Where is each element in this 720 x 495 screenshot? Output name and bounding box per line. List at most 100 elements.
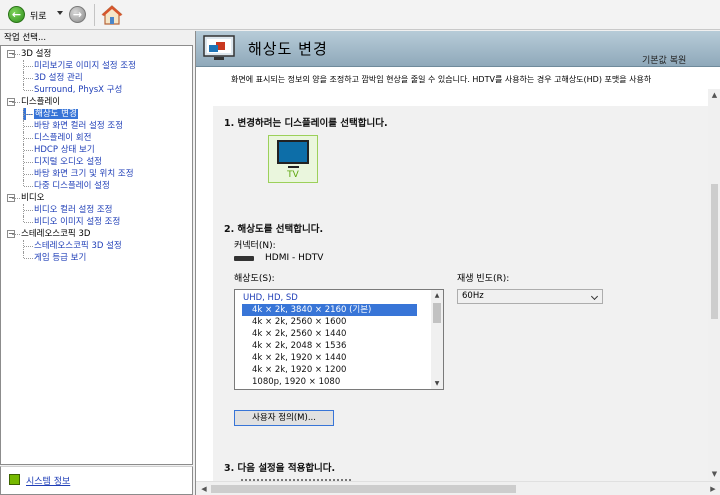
home-icon[interactable]: [101, 4, 123, 26]
task-tree: −3D 설정 미리보기로 이미지 설정 조정 3D 설정 관리 Surround, P…: [1, 48, 192, 264]
tree-connector: [24, 222, 33, 223]
scroll-down-icon[interactable]: ▼: [708, 468, 720, 481]
refresh-rate-label: 재생 빈도(R):: [457, 274, 510, 284]
tree-category-label: 디스플레이: [21, 97, 61, 107]
connector-value: HDMI - HDTV: [265, 253, 324, 263]
tree-item-label: 해상도 변경: [34, 109, 78, 119]
tv-stand: [288, 166, 299, 168]
resolution-option[interactable]: 4k × 2k, 3840 × 2160 (기본): [242, 304, 417, 316]
tree-category[interactable]: − 비디오: [1, 192, 192, 204]
history-dropdown-icon[interactable]: [57, 11, 63, 15]
resolution-option[interactable]: 4k × 2k, 2560 × 1440: [235, 328, 431, 340]
tree-connector: [12, 234, 20, 235]
resolution-option[interactable]: 4k × 2k, 2048 × 1536: [235, 340, 431, 352]
tree-item[interactable]: 바탕 화면 컬러 설정 조정: [1, 120, 192, 132]
system-info-link[interactable]: 시스템 정보: [26, 474, 70, 487]
tree-item[interactable]: Surround, PhysX 구성: [1, 84, 192, 96]
tree-item-label: 바탕 화면 크기 및 위치 조정: [34, 169, 134, 179]
resolution-option[interactable]: 4k × 2k, 1920 × 1440: [235, 352, 431, 364]
back-arrow-icon[interactable]: ←: [8, 6, 25, 23]
resolution-option[interactable]: 1080p, 1920 × 1080: [235, 376, 431, 388]
tree-connector: [12, 102, 20, 103]
tree-connector: [24, 66, 33, 67]
section-select-display: 1. 변경하려는 디스플레이를 선택합니다.: [224, 118, 388, 129]
back-button-label[interactable]: 뒤로: [30, 9, 47, 22]
tree-item[interactable]: 해상도 변경: [1, 108, 192, 120]
tree-item[interactable]: 게임 등급 보기: [1, 252, 192, 264]
tree-category[interactable]: −3D 설정: [1, 48, 192, 60]
tree-connector: [24, 210, 33, 211]
hdmi-connector-icon: [234, 256, 254, 261]
tree-category[interactable]: − 디스플레이: [1, 96, 192, 108]
tree-connector: [24, 174, 33, 175]
scroll-down-icon[interactable]: ▼: [431, 378, 443, 389]
tree-connector: [24, 126, 33, 127]
tv-icon: [277, 140, 309, 164]
section-select-resolution: 2. 해상도를 선택합니다.: [224, 224, 324, 235]
resolution-list[interactable]: UHD, HD, SD ▲ ▼ 4k × 2k, 3840 × 2160 (기본…: [234, 289, 444, 390]
tree-connector: [24, 186, 33, 187]
tree-item-label: 디스플레이 회전: [34, 133, 92, 143]
scroll-up-icon[interactable]: ▲: [431, 290, 443, 301]
nvidia-logo-icon: [9, 474, 20, 485]
tree-connector: [24, 150, 33, 151]
tree-item-label: 비디오 컬러 설정 조정: [34, 205, 113, 215]
tree-item[interactable]: 바탕 화면 크기 및 위치 조정: [1, 168, 192, 180]
tree-item[interactable]: 디지털 오디오 설정: [1, 156, 192, 168]
tree-item-label: 다중 디스플레이 설정: [34, 181, 110, 191]
tree-item-label: 미리보기로 이미지 설정 조정: [34, 61, 136, 71]
tree-item-label: 스테레오스코픽 3D 설정: [34, 241, 122, 251]
toolbar-separator: [94, 4, 95, 26]
tree-item[interactable]: 3D 설정 관리: [1, 72, 192, 84]
tree-item[interactable]: HDCP 상태 보기: [1, 144, 192, 156]
connector-label: 커넥터(N):: [234, 241, 276, 251]
tree-category-label: 3D 설정: [21, 49, 52, 59]
page-description: 화면에 표시되는 정보의 양을 조정하고 깜박임 현상을 줄일 수 있습니다. …: [231, 75, 652, 84]
section-apply-settings: 3. 다음 설정을 적용합니다.: [224, 463, 336, 474]
refresh-rate-select[interactable]: 60Hz: [457, 289, 603, 304]
tree-connector: [24, 90, 33, 91]
page-title: 해상도 변경: [248, 40, 328, 58]
tree-item-label: 게임 등급 보기: [34, 253, 87, 263]
customize-button[interactable]: 사용자 정의(M)...: [234, 410, 334, 426]
tree-item[interactable]: 비디오 컬러 설정 조정: [1, 204, 192, 216]
tree-item-label: HDCP 상태 보기: [34, 145, 95, 155]
display-tile-tv[interactable]: TV: [268, 135, 318, 183]
horizontal-scrollbar[interactable]: ◀ ▶: [196, 481, 720, 495]
tree-connector: [24, 162, 33, 163]
restore-defaults-link[interactable]: 기본값 복원: [642, 53, 686, 66]
tree-item-label: 디지털 오디오 설정: [34, 157, 102, 167]
tree-item[interactable]: 미리보기로 이미지 설정 조정: [1, 60, 192, 72]
tree-connector: [24, 258, 33, 259]
tree-item-label: 비디오 이미지 설정 조정: [34, 217, 121, 227]
scroll-thumb[interactable]: [211, 485, 516, 493]
tree-item-label: 바탕 화면 컬러 설정 조정: [34, 121, 124, 131]
resolution-option[interactable]: 4k × 2k, 1920 × 1200: [235, 364, 431, 376]
scroll-thumb[interactable]: [711, 184, 718, 319]
toolbar: ← 뒤로 →: [0, 0, 720, 30]
scroll-up-icon[interactable]: ▲: [708, 89, 720, 102]
scroll-left-icon[interactable]: ◀: [198, 482, 210, 495]
resolution-group-header: UHD, HD, SD: [243, 293, 298, 303]
vertical-scrollbar[interactable]: ▲ ▼: [708, 89, 720, 481]
display-settings-icon: [203, 35, 235, 60]
refresh-rate-value: 60Hz: [462, 291, 484, 301]
resolution-option[interactable]: 4k × 2k, 2560 × 1600: [235, 316, 431, 328]
tree-item[interactable]: 스테레오스코픽 3D 설정: [1, 240, 192, 252]
scroll-thumb[interactable]: [433, 303, 441, 323]
tree-connector: [24, 114, 33, 115]
resolution-list-scrollbar[interactable]: ▲ ▼: [431, 290, 443, 389]
tree-category[interactable]: − 스테레오스코픽 3D: [1, 228, 192, 240]
tree-item[interactable]: 디스플레이 회전: [1, 132, 192, 144]
task-select-header: 작업 선택...: [4, 33, 47, 43]
tree-item[interactable]: 다중 디스플레이 설정: [1, 180, 192, 192]
forward-arrow-icon[interactable]: →: [69, 6, 86, 23]
tree-item-label: 3D 설정 관리: [34, 73, 83, 83]
tree-category-label: 스테레오스코픽 3D: [21, 229, 91, 239]
scroll-right-icon[interactable]: ▶: [707, 482, 719, 495]
task-tree-panel: −3D 설정 미리보기로 이미지 설정 조정 3D 설정 관리 Surround, P…: [0, 45, 193, 465]
tree-connector: [24, 138, 33, 139]
resolution-label: 해상도(S):: [234, 274, 275, 284]
tree-item[interactable]: 비디오 이미지 설정 조정: [1, 216, 192, 228]
tree-connector: [12, 198, 20, 199]
